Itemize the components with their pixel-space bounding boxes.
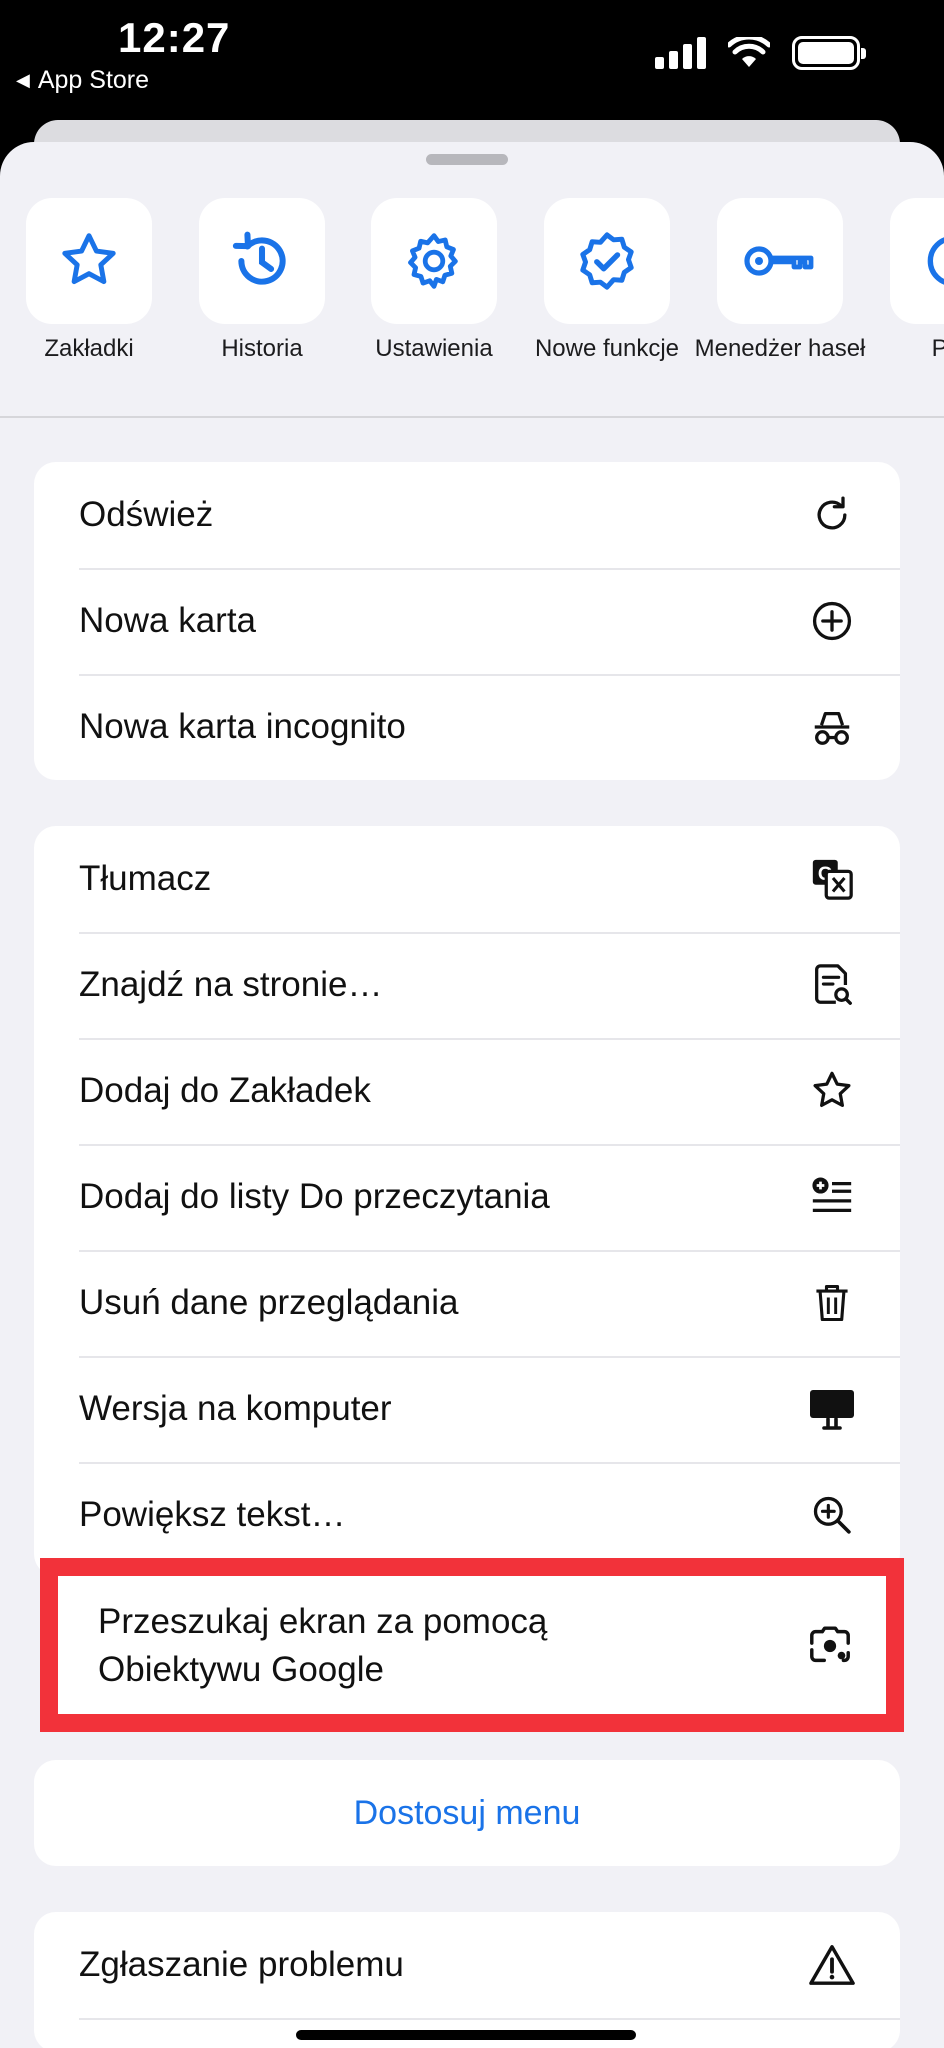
key-icon [744,246,814,276]
menu-item-label: Przeszukaj ekran za pomocą Obiektywu Goo… [98,1598,547,1694]
refresh-icon [808,491,856,539]
menu-item-find-in-page[interactable]: Znajdź na stronie… [34,932,900,1038]
menu-item-label: Wersja na komputer [79,1389,392,1428]
shortcut-label: Zakładki [44,335,134,362]
shortcut-row: Zakładki Historia Ustawienia Nowe funkcj… [0,198,944,418]
menu-group-page-actions: Tłumacz G Znajdź na stronie… Dodaj do Za… [34,826,900,1576]
menu-sheet: Zakładki Historia Ustawienia Nowe funkcj… [0,142,944,2048]
desktop-icon [808,1385,856,1433]
menu-item-label: Nowa karta [79,601,257,640]
shortcut-bookmarks[interactable]: Zakładki [2,198,176,364]
lens-label-line2: Obiektywu Google [98,1650,384,1689]
reading-list-icon [808,1173,856,1221]
menu-item-add-bookmark[interactable]: Dodaj do Zakładek [34,1038,900,1144]
menu-item-label: Odśwież [79,495,214,534]
customize-menu-button[interactable]: Dostosuj menu [34,1760,900,1866]
shortcut-whats-new[interactable]: Nowe funkcje [520,198,694,364]
back-to-app-link[interactable]: ◀ App Store [16,66,149,95]
menu-item-label: Tłumacz [79,859,212,898]
shortcut-tile [717,198,843,324]
shortcut-password-manager[interactable]: Menedżer haseł [693,198,867,364]
back-app-label: App Store [37,66,150,94]
customize-menu-label: Dostosuj menu [353,1793,581,1832]
shortcut-tile [544,198,670,324]
lens-label-line1: Przeszukaj ekran za pomocą [98,1602,548,1641]
download-icon [927,237,944,285]
warning-icon [808,1941,856,1989]
shortcut-history[interactable]: Historia [175,198,349,364]
menu-item-label: Dodaj do listy Do przeczytania [79,1177,550,1216]
history-icon [232,231,286,285]
menu-item-label: Powiększ tekst… [79,1495,346,1534]
status-bar: 12:27 ◀ App Store [0,0,944,120]
star-icon [62,233,116,285]
shortcut-tile [26,198,152,324]
menu-item-reload[interactable]: Odśwież [34,462,900,568]
battery-icon [792,36,866,70]
menu-item-translate[interactable]: Tłumacz G [34,826,900,932]
cellular-signal-icon [655,37,706,69]
gear-icon [408,233,458,289]
shortcut-label: Pob [931,335,944,362]
menu-item-google-lens-highlighted[interactable]: Przeszukaj ekran za pomocą Obiektywu Goo… [40,1558,904,1732]
back-triangle-icon: ◀ [16,70,30,90]
shortcut-label: Historia [221,335,303,362]
status-time: 12:27 [118,14,231,61]
plus-circle-icon [808,597,856,645]
verified-badge-icon [580,232,634,290]
menu-item-label: Nowa karta incognito [79,707,406,746]
wifi-icon [728,37,770,67]
menu-group-support: Zgłaszanie problemu [34,1912,900,2048]
shortcut-settings[interactable]: Ustawienia [347,198,521,364]
menu-group-primary: Odśwież Nowa karta Nowa karta incognito [34,462,900,780]
star-outline-icon [808,1067,856,1115]
shortcut-divider [0,416,944,418]
shortcut-tile [199,198,325,324]
shortcut-label: Menedżer haseł [694,335,866,362]
shortcut-tile [890,198,944,324]
shortcut-downloads[interactable]: Pob [866,198,944,364]
menu-item-add-reading-list[interactable]: Dodaj do listy Do przeczytania [34,1144,900,1250]
menu-item-clear-browsing-data[interactable]: Usuń dane przeglądania [34,1250,900,1356]
home-indicator[interactable] [296,2030,636,2040]
menu-item-label: Dodaj do Zakładek [79,1071,371,1110]
menu-item-new-tab[interactable]: Nowa karta [34,568,900,674]
trash-icon [808,1279,856,1327]
shortcut-label: Ustawienia [375,335,493,362]
translate-icon: G [808,855,856,903]
menu-item-label: Zgłaszanie problemu [79,1945,404,1984]
menu-item-new-incognito-tab[interactable]: Nowa karta incognito [34,674,900,780]
google-lens-icon [804,1620,856,1672]
incognito-icon [808,703,856,751]
menu-item-zoom-text[interactable]: Powiększ tekst… [34,1462,900,1568]
sheet-grabber[interactable] [426,154,508,165]
menu-item-desktop-site[interactable]: Wersja na komputer [34,1356,900,1462]
find-in-page-icon [808,961,856,1009]
status-icons [655,36,866,70]
menu-item-label: Usuń dane przeglądania [79,1283,459,1322]
menu-item-report-issue[interactable]: Zgłaszanie problemu [34,1912,900,2018]
shortcut-tile [371,198,497,324]
menu-item-label: Znajdź na stronie… [79,965,383,1004]
shortcut-label: Nowe funkcje [534,335,680,362]
zoom-in-icon [808,1491,856,1539]
